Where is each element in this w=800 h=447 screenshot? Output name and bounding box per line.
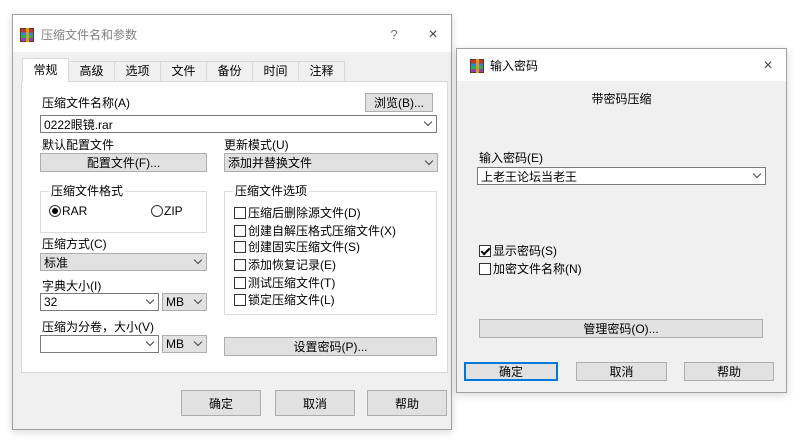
checkbox-box	[479, 245, 491, 257]
split-unit-select[interactable]: MB	[162, 335, 207, 353]
compression-method-select[interactable]: 标准	[40, 253, 207, 271]
cancel-button[interactable]: 取消	[275, 390, 355, 416]
checkbox-label: 测试压缩文件(T)	[248, 276, 336, 290]
archive-name-label: 压缩文件名称(A)	[42, 96, 130, 110]
tab-advanced[interactable]: 高级	[68, 61, 115, 81]
dialog-title: 压缩文件名和参数	[41, 28, 138, 42]
checkbox-label: 加密文件名称(N)	[493, 262, 582, 276]
checkbox-label: 添加恢复记录(E)	[248, 258, 336, 272]
checkbox-label: 压缩后删除源文件(D)	[248, 206, 361, 220]
archive-format-group-label: 压缩文件格式	[49, 184, 126, 198]
checkbox-box	[234, 207, 246, 219]
checkbox-box	[234, 277, 246, 289]
chevron-down-icon[interactable]	[748, 168, 765, 184]
help-question-button[interactable]: ?	[383, 25, 405, 45]
split-volumes-value	[44, 336, 140, 352]
dictionary-size-label: 字典大小(I)	[42, 279, 102, 293]
password-label: 输入密码(E)	[479, 151, 543, 165]
chevron-down-icon[interactable]	[419, 116, 436, 132]
password-combo[interactable]: 上老王论坛当老王	[477, 167, 766, 185]
update-mode-label: 更新模式(U)	[224, 138, 289, 152]
checkbox-box	[234, 225, 246, 237]
chevron-down-icon[interactable]	[189, 294, 206, 310]
ok-button[interactable]: 确定	[181, 390, 261, 416]
help-button[interactable]: 帮助	[367, 390, 447, 416]
archive-format-group: 压缩文件格式 RAR ZIP	[40, 184, 207, 233]
checkbox-create-solid[interactable]: 创建固实压缩文件(S)	[234, 240, 424, 254]
cancel-button[interactable]: 取消	[576, 362, 667, 381]
title-bar[interactable]: 输入密码 ×	[457, 49, 786, 81]
winrar-books-icon	[20, 28, 34, 42]
archive-name-combo[interactable]: 0222眼镜.rar	[40, 115, 437, 133]
general-tab-page: 压缩文件名称(A) 浏览(B)... 0222眼镜.rar 默认配置文件 配置文…	[21, 81, 448, 373]
update-mode-select[interactable]: 添加并替换文件	[224, 153, 438, 172]
tab-files[interactable]: 文件	[160, 61, 207, 81]
compression-method-label: 压缩方式(C)	[42, 237, 107, 251]
dictionary-size-combo[interactable]: 32	[40, 293, 159, 311]
checkbox-test-archive[interactable]: 测试压缩文件(T)	[234, 276, 424, 290]
enter-password-dialog: 输入密码 × 带密码压缩 输入密码(E) 上老王论坛当老王 显示密码(S) 加密…	[456, 48, 787, 393]
help-button[interactable]: 帮助	[684, 362, 774, 381]
checkbox-box	[234, 294, 246, 306]
chevron-down-icon[interactable]	[189, 336, 206, 352]
chevron-down-icon[interactable]	[141, 336, 158, 352]
radio-zip[interactable]: ZIP	[151, 204, 191, 218]
tab-backup[interactable]: 备份	[206, 61, 253, 81]
checkbox-lock-archive[interactable]: 锁定压缩文件(L)	[234, 293, 424, 307]
checkbox-label: 显示密码(S)	[493, 244, 557, 258]
checkbox-create-sfx[interactable]: 创建自解压格式压缩文件(X)	[234, 224, 424, 238]
browse-button[interactable]: 浏览(B)...	[365, 93, 433, 112]
radio-circle	[151, 205, 163, 217]
split-volumes-label: 压缩为分卷，大小(V)	[42, 320, 154, 334]
chevron-down-icon[interactable]	[420, 154, 437, 171]
ok-button[interactable]: 确定	[464, 362, 558, 381]
checkbox-label: 创建自解压格式压缩文件(X)	[248, 224, 396, 238]
radio-circle	[49, 205, 61, 217]
close-button[interactable]: ×	[757, 56, 779, 76]
profiles-button[interactable]: 配置文件(F)...	[40, 153, 207, 172]
winrar-books-icon	[470, 59, 484, 73]
close-button[interactable]: ×	[422, 25, 444, 45]
split-volumes-combo[interactable]	[40, 335, 159, 353]
dictionary-unit-select[interactable]: MB	[162, 293, 207, 311]
compression-method-value: 标准	[44, 255, 69, 270]
archive-options-group-label: 压缩文件选项	[233, 184, 310, 198]
tab-options[interactable]: 选项	[114, 61, 161, 81]
radio-zip-label: ZIP	[164, 204, 183, 218]
tab-time[interactable]: 时间	[252, 61, 299, 81]
radio-rar-label: RAR	[62, 204, 88, 218]
archive-name-value: 0222眼镜.rar	[44, 117, 113, 132]
checkbox-show-password[interactable]: 显示密码(S)	[479, 244, 599, 258]
checkbox-box	[234, 241, 246, 253]
dictionary-unit-value: MB	[166, 295, 184, 309]
archive-name-params-dialog: 压缩文件名和参数 ? × 常规 高级 选项 文件 备份 时间 注释 压缩文件名称…	[12, 14, 452, 430]
dialog-heading: 带密码压缩	[591, 92, 652, 106]
tab-comment[interactable]: 注释	[298, 61, 345, 81]
archive-options-group: 压缩文件选项 压缩后删除源文件(D) 创建自解压格式压缩文件(X) 创建固实压缩…	[224, 184, 437, 315]
dictionary-size-value: 32	[44, 295, 58, 309]
checkbox-recovery-record[interactable]: 添加恢复记录(E)	[234, 258, 424, 272]
tab-general[interactable]: 常规	[22, 58, 69, 82]
checkbox-label: 创建固实压缩文件(S)	[248, 240, 360, 254]
checkbox-box	[479, 263, 491, 275]
checkbox-encrypt-file-names[interactable]: 加密文件名称(N)	[479, 262, 619, 276]
split-unit-value: MB	[166, 337, 184, 351]
checkbox-box	[234, 259, 246, 271]
set-password-button[interactable]: 设置密码(P)...	[224, 337, 437, 356]
manage-passwords-button[interactable]: 管理密码(O)...	[479, 319, 763, 338]
dialog-title: 输入密码	[490, 59, 539, 73]
chevron-down-icon[interactable]	[141, 294, 158, 310]
chevron-down-icon[interactable]	[189, 254, 206, 270]
title-bar[interactable]: 压缩文件名和参数 ? ×	[13, 15, 451, 52]
profile-label: 默认配置文件	[42, 138, 115, 152]
password-value: 上老王论坛当老王	[481, 169, 578, 184]
update-mode-value: 添加并替换文件	[228, 156, 313, 170]
checkbox-label: 锁定压缩文件(L)	[248, 293, 335, 307]
checkbox-delete-after[interactable]: 压缩后删除源文件(D)	[234, 206, 424, 220]
radio-rar[interactable]: RAR	[49, 204, 89, 218]
